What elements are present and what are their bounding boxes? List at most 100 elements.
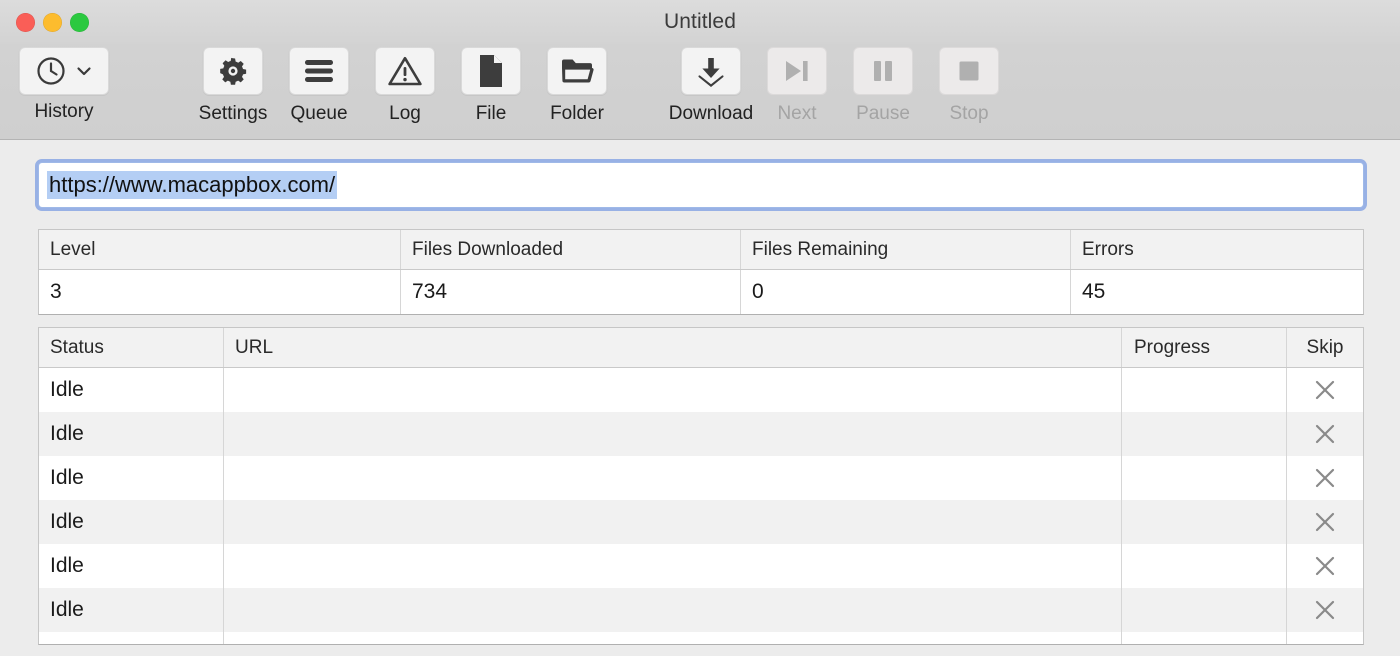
toolbar-item-settings[interactable]: Settings bbox=[190, 47, 276, 125]
content-area: https://www.macappbox.com/ Level Files D… bbox=[0, 140, 1400, 656]
stop-button[interactable] bbox=[939, 47, 999, 95]
table-row[interactable]: Idle bbox=[39, 588, 1363, 632]
filler-url bbox=[224, 632, 1122, 644]
files-table-filler bbox=[39, 632, 1363, 644]
close-x-icon bbox=[1310, 507, 1340, 537]
filler-skip bbox=[1287, 632, 1363, 644]
warning-triangle-icon bbox=[388, 55, 422, 87]
filler-status bbox=[39, 632, 224, 644]
toolbar-label-pause: Pause bbox=[856, 103, 910, 124]
cell-status: Idle bbox=[39, 368, 224, 412]
toolbar-label-queue: Queue bbox=[290, 103, 348, 124]
stats-table-header: Level Files Downloaded Files Remaining E… bbox=[39, 230, 1363, 270]
toolbar-item-download[interactable]: Download bbox=[668, 47, 754, 125]
file-button[interactable] bbox=[461, 47, 521, 95]
toolbar: History Settings Queue Log File Folder D… bbox=[0, 44, 1400, 140]
cell-url bbox=[224, 412, 1122, 456]
toolbar-label-next: Next bbox=[777, 103, 817, 124]
toolbar-item-next[interactable]: Next bbox=[754, 47, 840, 125]
chevron-down-icon bbox=[75, 62, 93, 80]
maximize-window-button[interactable] bbox=[70, 13, 89, 32]
window-title: Untitled bbox=[663, 10, 736, 33]
column-header-status[interactable]: Status bbox=[39, 328, 224, 367]
table-row[interactable]: Idle bbox=[39, 456, 1363, 500]
cell-url bbox=[224, 500, 1122, 544]
toolbar-item-pause[interactable]: Pause bbox=[840, 47, 926, 125]
stats-cell-level: 3 bbox=[39, 270, 401, 314]
stats-cell-errors: 45 bbox=[1082, 280, 1106, 303]
toolbar-label-file: File bbox=[475, 103, 507, 124]
close-x-icon bbox=[1310, 419, 1340, 449]
cell-progress bbox=[1122, 412, 1287, 456]
settings-button[interactable] bbox=[203, 47, 263, 95]
app-window: Untitled History Settings Queue Log File… bbox=[0, 0, 1400, 656]
column-header-files-downloaded[interactable]: Files Downloaded bbox=[401, 230, 741, 269]
queue-button[interactable] bbox=[289, 47, 349, 95]
skip-button[interactable] bbox=[1287, 412, 1363, 456]
url-input-value[interactable]: https://www.macappbox.com/ bbox=[47, 170, 338, 200]
history-button[interactable] bbox=[19, 47, 109, 95]
clock-icon bbox=[35, 55, 67, 87]
skip-button[interactable] bbox=[1287, 368, 1363, 412]
table-row[interactable]: Idle bbox=[39, 412, 1363, 456]
url-input[interactable]: https://www.macappbox.com/ bbox=[38, 162, 1364, 208]
log-button[interactable] bbox=[375, 47, 435, 95]
toolbar-item-folder[interactable]: Folder bbox=[534, 47, 620, 125]
download-button[interactable] bbox=[681, 47, 741, 95]
skip-button[interactable] bbox=[1287, 588, 1363, 632]
column-header-files-remaining[interactable]: Files Remaining bbox=[741, 230, 1071, 269]
cell-status: Idle bbox=[39, 456, 224, 500]
pause-button[interactable] bbox=[853, 47, 913, 95]
files-table-body: Idle Idle Idle Idle Idle Idle bbox=[39, 368, 1363, 632]
column-header-level[interactable]: Level bbox=[39, 230, 401, 269]
stats-table-row[interactable]: 3 734 0 45 bbox=[39, 270, 1363, 314]
stop-square-icon bbox=[956, 58, 982, 84]
column-header-progress[interactable]: Progress bbox=[1122, 328, 1287, 367]
table-row[interactable]: Idle bbox=[39, 500, 1363, 544]
stats-table: Level Files Downloaded Files Remaining E… bbox=[38, 229, 1364, 315]
column-header-skip[interactable]: Skip bbox=[1287, 328, 1363, 367]
skip-button[interactable] bbox=[1287, 500, 1363, 544]
gear-icon bbox=[216, 54, 250, 88]
toolbar-label-log: Log bbox=[389, 103, 421, 124]
minimize-window-button[interactable] bbox=[43, 13, 62, 32]
list-icon bbox=[302, 58, 336, 84]
stats-cell-files-remaining: 0 bbox=[741, 270, 1071, 314]
pause-icon bbox=[870, 58, 896, 84]
toolbar-item-history[interactable]: History bbox=[16, 47, 112, 123]
cell-status: Idle bbox=[39, 412, 224, 456]
toolbar-item-file[interactable]: File bbox=[448, 47, 534, 125]
cell-url bbox=[224, 588, 1122, 632]
stats-cell-files-downloaded: 734 bbox=[401, 270, 741, 314]
skip-next-icon bbox=[782, 58, 812, 84]
next-button[interactable] bbox=[767, 47, 827, 95]
folder-button[interactable] bbox=[547, 47, 607, 95]
column-header-url[interactable]: URL bbox=[224, 328, 1122, 367]
toolbar-label-settings: Settings bbox=[198, 103, 268, 124]
cell-url bbox=[224, 544, 1122, 588]
document-icon bbox=[477, 54, 505, 88]
close-x-icon bbox=[1310, 375, 1340, 405]
cell-status: Idle bbox=[39, 500, 224, 544]
cell-status: Idle bbox=[39, 588, 224, 632]
cell-progress bbox=[1122, 588, 1287, 632]
close-window-button[interactable] bbox=[16, 13, 35, 32]
close-x-icon bbox=[1310, 551, 1340, 581]
toolbar-item-queue[interactable]: Queue bbox=[276, 47, 362, 125]
skip-button[interactable] bbox=[1287, 544, 1363, 588]
cell-progress bbox=[1122, 456, 1287, 500]
toolbar-label-download: Download bbox=[668, 103, 754, 124]
cell-progress bbox=[1122, 500, 1287, 544]
cell-url bbox=[224, 368, 1122, 412]
folder-icon bbox=[560, 57, 594, 85]
table-row[interactable]: Idle bbox=[39, 368, 1363, 412]
toolbar-item-stop[interactable]: Stop bbox=[926, 47, 1012, 125]
window-controls bbox=[16, 13, 89, 32]
toolbar-item-log[interactable]: Log bbox=[362, 47, 448, 125]
cell-progress bbox=[1122, 368, 1287, 412]
table-row[interactable]: Idle bbox=[39, 544, 1363, 588]
skip-button[interactable] bbox=[1287, 456, 1363, 500]
column-header-errors[interactable]: Errors bbox=[1071, 230, 1363, 269]
filler-progress bbox=[1122, 632, 1287, 644]
close-x-icon bbox=[1310, 463, 1340, 493]
